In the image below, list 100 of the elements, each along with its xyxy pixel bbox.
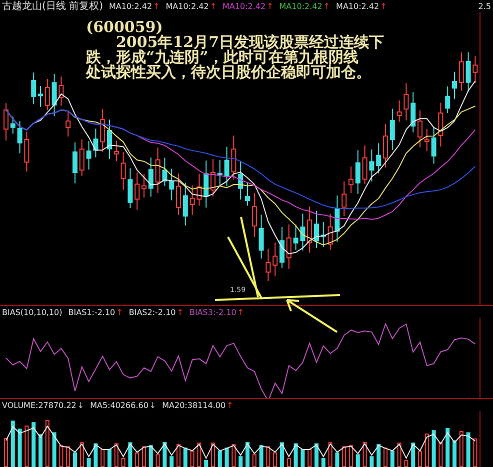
candlestick bbox=[162, 157, 168, 186]
volume-bar bbox=[176, 444, 180, 467]
volume-bar bbox=[218, 450, 222, 467]
candlestick bbox=[245, 182, 250, 206]
candlestick bbox=[424, 128, 430, 152]
indicator-value: BIAS1:-2.10 bbox=[68, 308, 116, 316]
indicator-value: MA10:2.42 bbox=[279, 2, 322, 10]
axis-label: 2.5 bbox=[478, 2, 491, 11]
trend-arrow: ↑ bbox=[266, 2, 274, 10]
candlestick bbox=[258, 214, 264, 260]
volume-bar bbox=[211, 442, 215, 467]
trend-arrow: ↑ bbox=[153, 2, 160, 10]
trend-arrow: ↑ bbox=[210, 2, 217, 10]
indicator-value: MA10:2.42 bbox=[166, 2, 209, 10]
arrow-icon bbox=[286, 299, 338, 333]
volume-bar bbox=[362, 442, 367, 467]
volume-bar bbox=[94, 443, 98, 467]
volume-bar bbox=[370, 456, 374, 467]
candlestick bbox=[38, 85, 43, 108]
volume-bar bbox=[232, 444, 236, 467]
volume-bar bbox=[238, 456, 243, 467]
indicator-title: VOLUME:27870.22 bbox=[2, 400, 76, 410]
trend-arrow: ↑ bbox=[176, 308, 184, 316]
volume-bar bbox=[197, 442, 202, 467]
volume-bar bbox=[418, 450, 422, 467]
candlestick bbox=[320, 222, 326, 248]
candlestick bbox=[128, 168, 133, 209]
indicator-value: MA10:2.42 bbox=[336, 2, 380, 10]
candlestick bbox=[404, 82, 409, 121]
candlestick bbox=[445, 86, 450, 114]
candlestick bbox=[307, 206, 312, 254]
candlestick bbox=[169, 168, 174, 201]
indicator-value: MA10:2.42 bbox=[222, 2, 266, 10]
candlestick bbox=[376, 142, 382, 174]
volume-bar bbox=[32, 422, 36, 467]
candlestick bbox=[293, 224, 298, 251]
candlestick bbox=[176, 173, 181, 216]
volume-bar bbox=[204, 460, 208, 467]
volume-bar bbox=[108, 449, 112, 467]
volume-bar bbox=[246, 442, 250, 467]
volume-bar bbox=[52, 432, 56, 467]
volume-bar bbox=[18, 428, 22, 467]
stock-code: (600059) bbox=[86, 20, 163, 35]
indicator-title: 古越龙山(日线 前复权) bbox=[2, 0, 103, 13]
volume-bar bbox=[38, 434, 42, 467]
candlestick bbox=[79, 138, 84, 176]
volume-bar bbox=[280, 442, 284, 467]
volume-bar bbox=[142, 446, 146, 467]
indicator-value: BIAS3:-2.10 bbox=[189, 308, 236, 316]
candlestick bbox=[410, 92, 416, 133]
candlestick bbox=[390, 108, 395, 150]
candlestick bbox=[314, 210, 319, 248]
candlestick bbox=[280, 226, 284, 268]
candlestick bbox=[204, 160, 209, 208]
candlestick bbox=[190, 184, 195, 216]
volume-bar bbox=[128, 442, 132, 467]
trend-arrow: ↓ bbox=[149, 400, 156, 410]
indicator-value: BIAS2:-2.10 bbox=[128, 308, 176, 316]
candlestick bbox=[100, 108, 106, 152]
candlestick bbox=[355, 150, 360, 194]
candlestick bbox=[252, 192, 257, 238]
candlestick bbox=[155, 147, 160, 194]
candlestick bbox=[72, 142, 78, 184]
trend-arrow: ↑ bbox=[323, 2, 330, 10]
volume-bar bbox=[252, 454, 256, 467]
candlestick bbox=[396, 100, 402, 122]
volume-bar bbox=[446, 428, 450, 467]
candlestick bbox=[148, 157, 154, 198]
candlestick bbox=[31, 72, 36, 105]
volume-bar bbox=[121, 458, 126, 467]
volume-bar bbox=[224, 448, 229, 467]
candlestick bbox=[328, 213, 333, 250]
volume-bar bbox=[411, 442, 416, 467]
volume-bar bbox=[73, 452, 77, 467]
volume-bar bbox=[66, 446, 70, 467]
volume-bar bbox=[342, 446, 346, 467]
volume-bar bbox=[266, 446, 270, 467]
candlestick bbox=[348, 166, 354, 194]
candlestick bbox=[114, 140, 119, 162]
volume-bar bbox=[335, 452, 340, 467]
volume-bar bbox=[135, 452, 140, 467]
indicator-title: BIAS(10,10,10) bbox=[2, 308, 62, 316]
volume-bar bbox=[300, 449, 305, 467]
volume-bar bbox=[473, 438, 478, 467]
candlestick bbox=[52, 73, 57, 117]
volume-bar bbox=[156, 454, 160, 467]
candlestick bbox=[24, 131, 30, 172]
volume-bar bbox=[170, 456, 174, 467]
volume-bar bbox=[183, 448, 188, 467]
volume-bar bbox=[452, 440, 456, 467]
volume-bar bbox=[80, 442, 84, 467]
candlestick bbox=[231, 135, 236, 180]
volume-bar bbox=[321, 458, 326, 467]
candlestick bbox=[266, 248, 271, 282]
candlestick bbox=[472, 56, 478, 84]
volume-bar bbox=[466, 432, 470, 467]
volume-bar bbox=[308, 449, 312, 467]
trend-arrow: ↑ bbox=[226, 400, 234, 410]
indicator-value: MA5:40266.60 bbox=[90, 400, 148, 410]
indicator-value: MA10:2.42 bbox=[108, 2, 152, 10]
